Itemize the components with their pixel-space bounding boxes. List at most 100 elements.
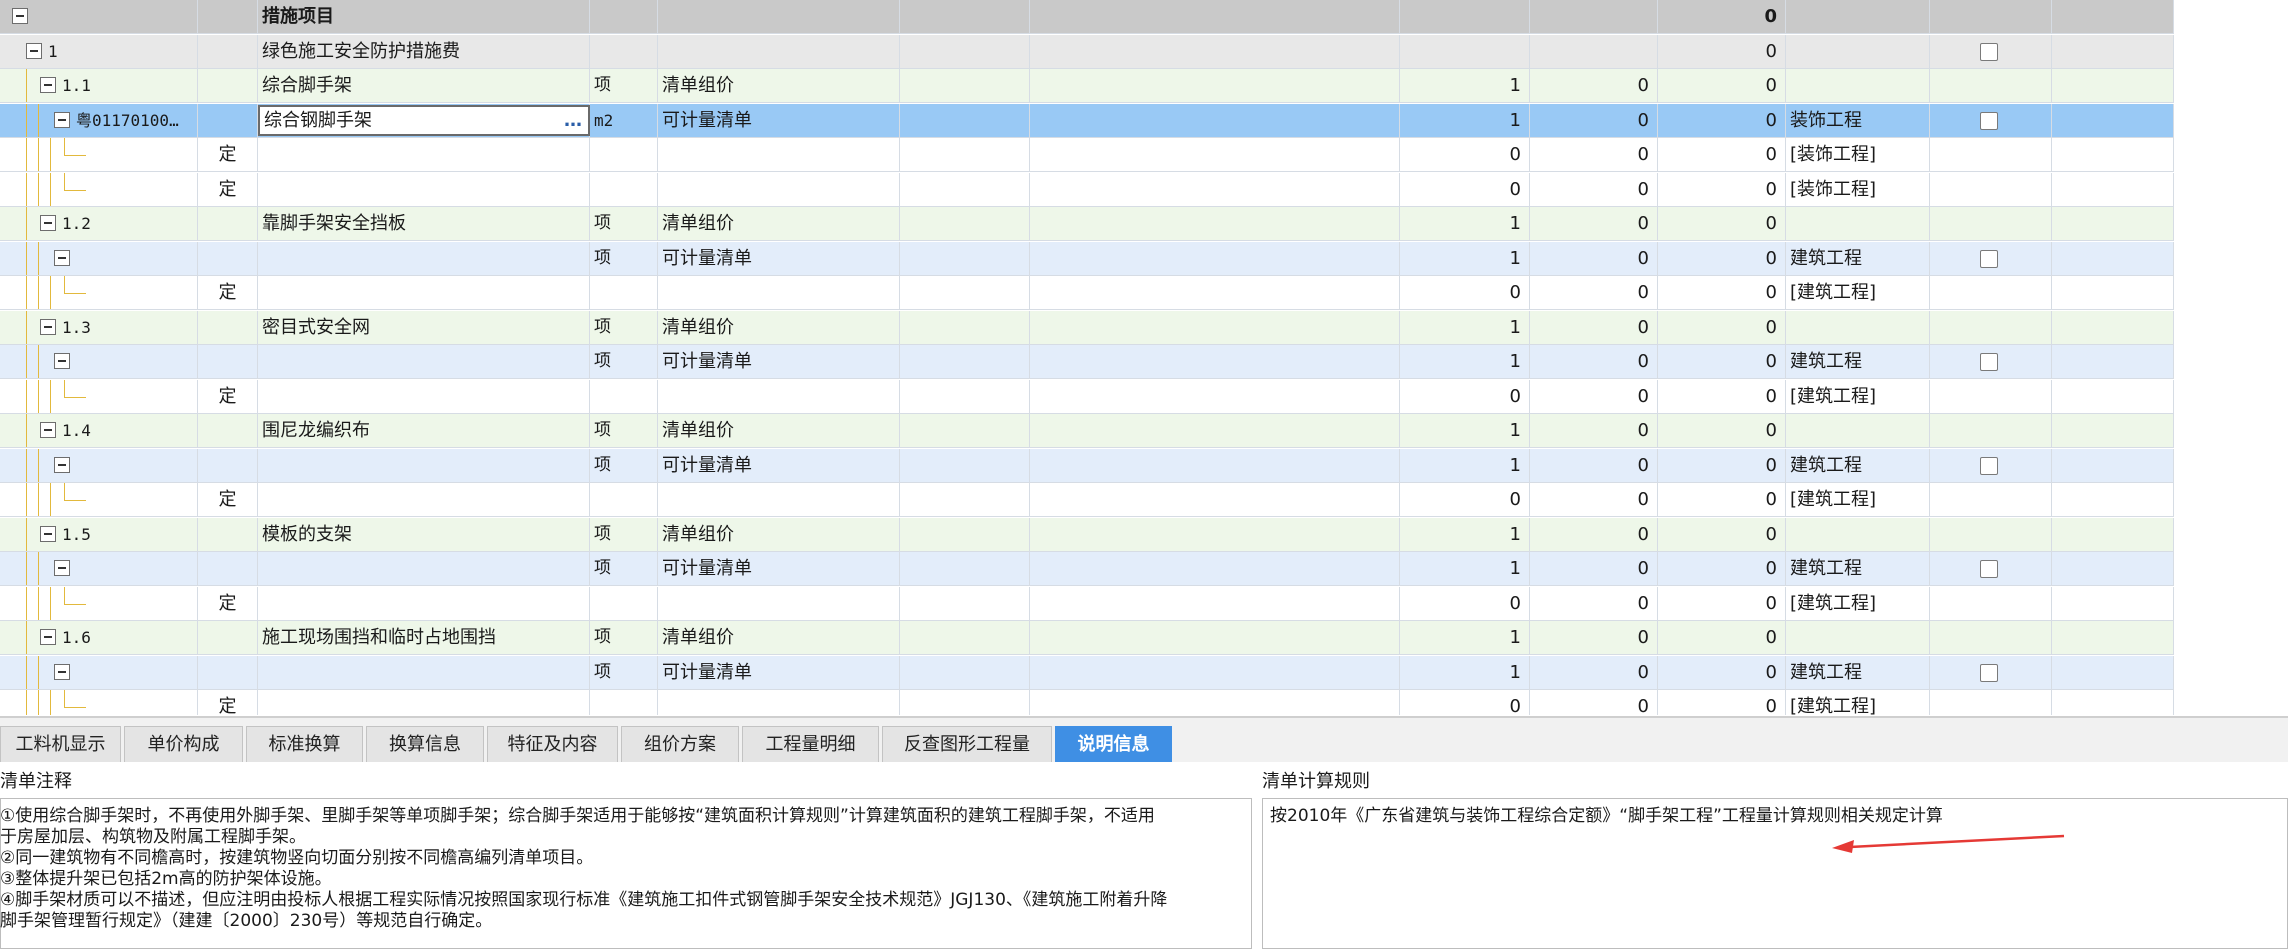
type-cell[interactable]: 定 bbox=[198, 483, 258, 516]
name-cell[interactable]: 措施项目 bbox=[258, 0, 590, 33]
quantity-cell[interactable]: 0 bbox=[1400, 138, 1530, 171]
extra-cell[interactable] bbox=[2052, 241, 2174, 275]
total-price-cell[interactable]: 0 bbox=[1658, 655, 1786, 689]
desc-cell[interactable] bbox=[1030, 517, 1400, 551]
type-cell[interactable] bbox=[198, 621, 258, 654]
tab-8[interactable]: 说明信息 bbox=[1055, 726, 1172, 762]
extra-cell[interactable] bbox=[2052, 517, 2174, 551]
unit-price-cell[interactable]: 0 bbox=[1530, 172, 1658, 206]
collapse-toggle-icon[interactable] bbox=[54, 663, 70, 680]
quantity-cell[interactable]: 1 bbox=[1400, 207, 1530, 240]
tab-5[interactable]: 组价方案 bbox=[621, 726, 739, 762]
blank-cell[interactable] bbox=[900, 655, 1030, 689]
unit-cell[interactable]: 项 bbox=[590, 310, 658, 344]
profession-cell[interactable]: 建筑工程 bbox=[1786, 241, 1930, 275]
collapse-toggle-icon[interactable] bbox=[54, 111, 70, 128]
pricing-type-cell[interactable]: 清单组价 bbox=[658, 517, 900, 551]
blank-cell[interactable] bbox=[900, 483, 1030, 516]
name-cell[interactable]: 围尼龙编织布 bbox=[258, 414, 590, 447]
collapse-toggle-icon[interactable] bbox=[54, 560, 70, 576]
quantity-cell[interactable]: 1 bbox=[1400, 103, 1530, 137]
name-cell[interactable] bbox=[258, 552, 590, 585]
profession-cell[interactable] bbox=[1786, 310, 1930, 344]
total-price-cell[interactable]: 0 bbox=[1658, 34, 1786, 68]
unit-price-cell[interactable]: 0 bbox=[1530, 379, 1658, 413]
extra-cell[interactable] bbox=[2052, 0, 2174, 33]
blank-cell[interactable] bbox=[900, 34, 1030, 68]
ellipsis-icon[interactable]: … bbox=[564, 107, 582, 134]
table-row[interactable]: 定 0 0 0 [建筑工程] bbox=[0, 690, 2174, 715]
extra-cell[interactable] bbox=[2052, 414, 2174, 447]
table-row[interactable]: 项可计量清单 1 0 0 建筑工程 bbox=[0, 448, 2174, 483]
check-cell[interactable] bbox=[1930, 586, 2052, 620]
tree-cell[interactable]: 1 bbox=[0, 34, 198, 68]
desc-cell[interactable] bbox=[1030, 448, 1400, 482]
extra-cell[interactable] bbox=[2052, 172, 2174, 206]
pricing-type-cell[interactable] bbox=[658, 34, 900, 68]
profession-cell[interactable]: [装饰工程] bbox=[1786, 172, 1930, 206]
collapse-toggle-icon[interactable] bbox=[40, 629, 56, 645]
unit-cell[interactable] bbox=[590, 172, 658, 206]
profession-cell[interactable]: 建筑工程 bbox=[1786, 655, 1930, 689]
pricing-type-cell[interactable] bbox=[658, 276, 900, 309]
profession-cell[interactable]: [建筑工程] bbox=[1786, 690, 1930, 715]
total-price-cell[interactable]: 0 bbox=[1658, 414, 1786, 447]
blank-cell[interactable] bbox=[900, 448, 1030, 482]
tree-cell[interactable] bbox=[0, 586, 198, 620]
collapse-toggle-icon[interactable] bbox=[54, 456, 70, 473]
extra-cell[interactable] bbox=[2052, 276, 2174, 309]
table-row[interactable]: 项可计量清单 1 0 0 建筑工程 bbox=[0, 345, 2174, 379]
desc-cell[interactable] bbox=[1030, 34, 1400, 68]
pricing-type-cell[interactable]: 清单组价 bbox=[658, 69, 900, 102]
extra-cell[interactable] bbox=[2052, 34, 2174, 68]
tree-cell[interactable] bbox=[0, 379, 198, 413]
tab-6[interactable]: 工程量明细 bbox=[742, 726, 879, 762]
pricing-type-cell[interactable]: 可计量清单 bbox=[658, 241, 900, 275]
tree-cell[interactable] bbox=[0, 345, 198, 378]
pricing-type-cell[interactable]: 清单组价 bbox=[658, 310, 900, 344]
check-cell[interactable] bbox=[1930, 345, 2052, 378]
quantity-cell[interactable]: 1 bbox=[1400, 621, 1530, 654]
table-row[interactable]: 1.1 综合脚手架项清单组价 1 0 0 bbox=[0, 69, 2174, 103]
profession-cell[interactable] bbox=[1786, 207, 1930, 240]
unit-price-cell[interactable]: 0 bbox=[1530, 690, 1658, 715]
collapse-toggle-icon[interactable] bbox=[40, 422, 56, 438]
checkbox-icon[interactable] bbox=[1980, 249, 1998, 268]
unit-price-cell[interactable]: 0 bbox=[1530, 621, 1658, 654]
desc-cell[interactable] bbox=[1030, 586, 1400, 620]
quantity-cell[interactable]: 0 bbox=[1400, 276, 1530, 309]
check-cell[interactable] bbox=[1930, 172, 2052, 206]
check-cell[interactable] bbox=[1930, 690, 2052, 715]
name-cell[interactable] bbox=[258, 690, 590, 715]
desc-cell[interactable] bbox=[1030, 483, 1400, 516]
unit-price-cell[interactable]: 0 bbox=[1530, 414, 1658, 447]
unit-cell[interactable] bbox=[590, 138, 658, 171]
collapse-toggle-icon[interactable] bbox=[40, 525, 56, 542]
quantity-cell[interactable]: 0 bbox=[1400, 172, 1530, 206]
type-cell[interactable] bbox=[198, 517, 258, 551]
profession-cell[interactable] bbox=[1786, 0, 1930, 33]
extra-cell[interactable] bbox=[2052, 379, 2174, 413]
table-row[interactable]: 定 0 0 0 [装饰工程] bbox=[0, 138, 2174, 172]
total-price-cell[interactable]: 0 bbox=[1658, 310, 1786, 344]
quantity-cell[interactable]: 0 bbox=[1400, 586, 1530, 620]
tab-2[interactable]: 标准换算 bbox=[246, 726, 363, 762]
total-price-cell[interactable]: 0 bbox=[1658, 69, 1786, 102]
desc-cell[interactable] bbox=[1030, 310, 1400, 344]
check-cell[interactable] bbox=[1930, 103, 2052, 137]
pricing-type-cell[interactable]: 可计量清单 bbox=[658, 552, 900, 585]
table-row[interactable]: 1.2 靠脚手架安全挡板项清单组价 1 0 0 bbox=[0, 207, 2174, 241]
unit-cell[interactable]: 项 bbox=[590, 414, 658, 447]
profession-cell[interactable]: 装饰工程 bbox=[1786, 103, 1930, 137]
tree-cell[interactable]: 1.5 bbox=[0, 517, 198, 551]
unit-price-cell[interactable]: 0 bbox=[1530, 207, 1658, 240]
profession-cell[interactable]: 建筑工程 bbox=[1786, 448, 1930, 482]
blank-cell[interactable] bbox=[900, 69, 1030, 102]
unit-cell[interactable]: 项 bbox=[590, 621, 658, 654]
unit-price-cell[interactable]: 0 bbox=[1530, 586, 1658, 620]
blank-cell[interactable] bbox=[900, 138, 1030, 171]
extra-cell[interactable] bbox=[2052, 586, 2174, 620]
name-cell[interactable]: 综合脚手架 bbox=[258, 69, 590, 102]
desc-cell[interactable] bbox=[1030, 655, 1400, 689]
tree-cell[interactable] bbox=[0, 276, 198, 309]
